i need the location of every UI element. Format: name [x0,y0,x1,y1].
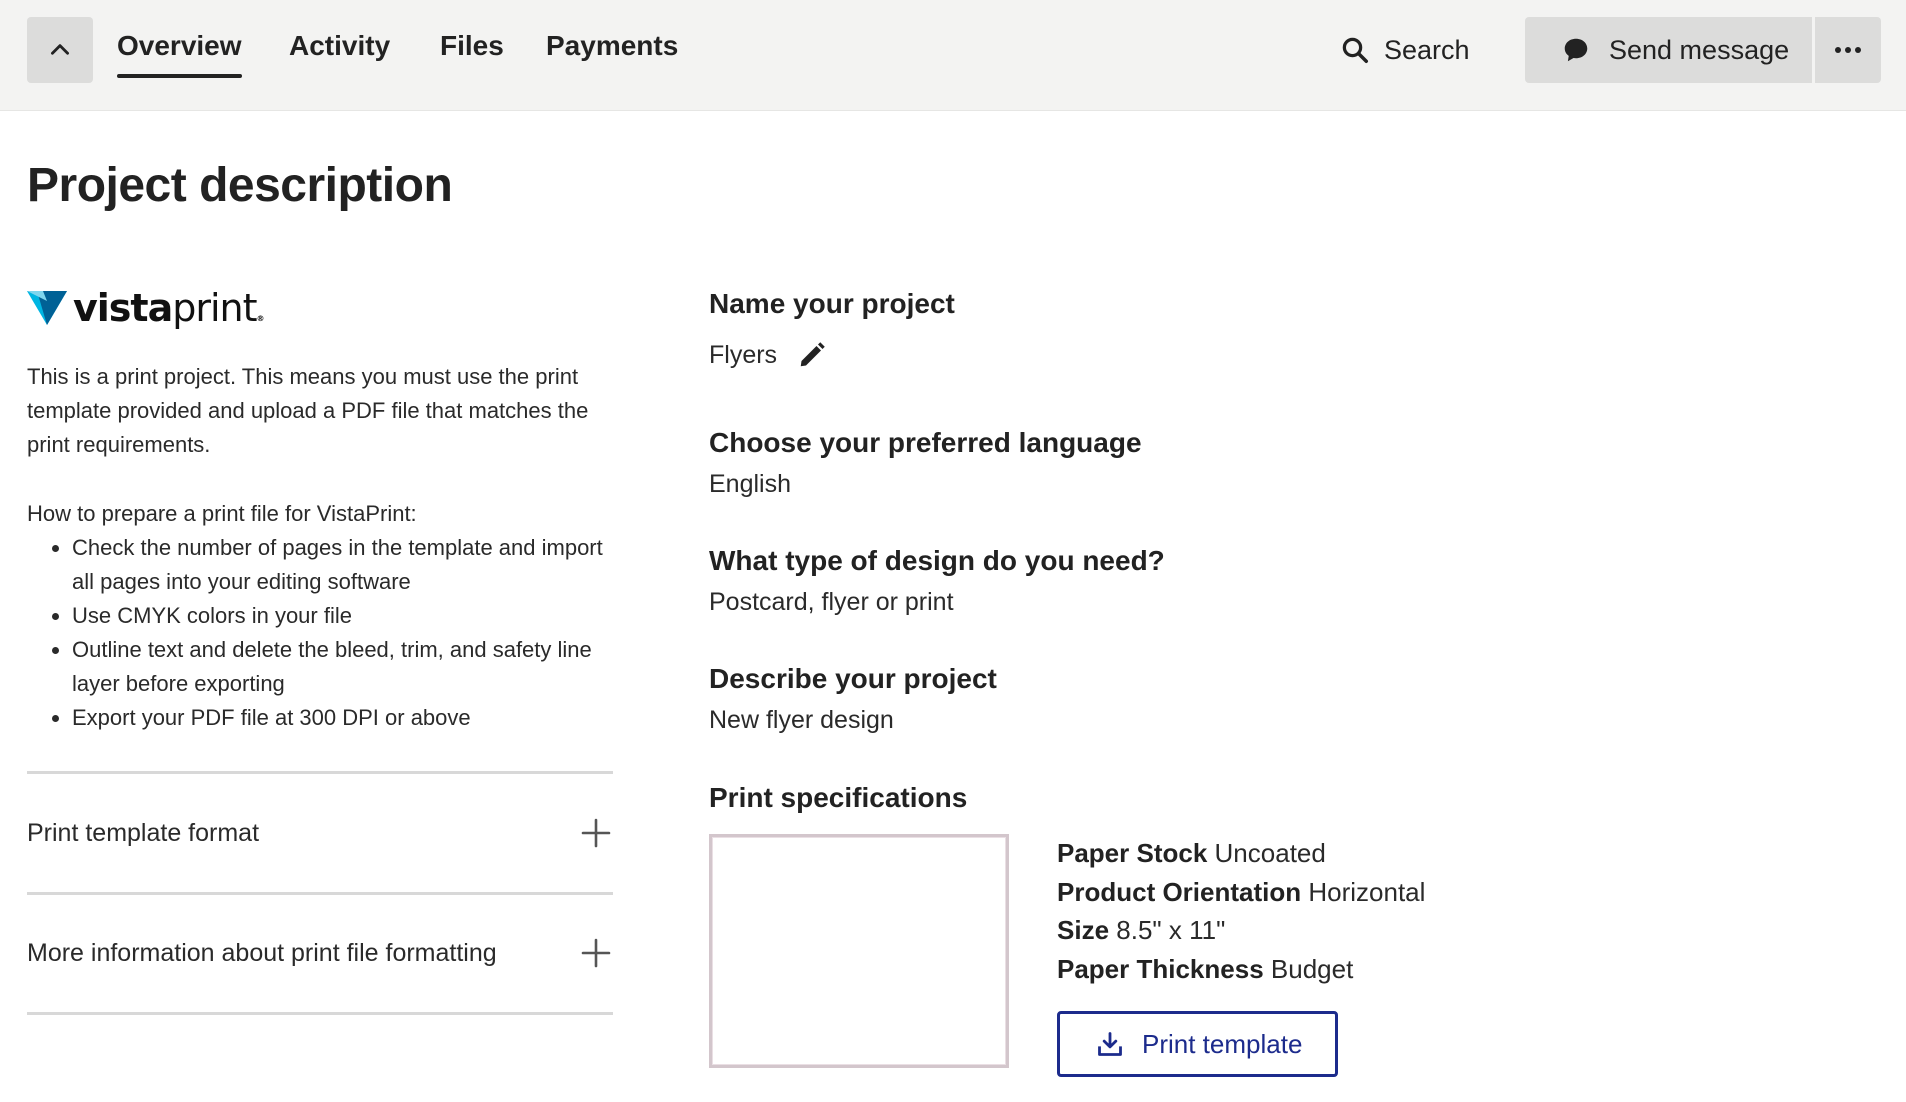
name-project-label: Name your project [709,288,955,319]
howto-item: Use CMYK colors in your file [72,599,627,633]
spec-orientation: Product Orientation Horizontal [1057,876,1426,907]
design-type-value: Postcard, flyer or print [709,588,954,616]
top-nav-bar: Overview Activity Files Payments Search … [0,0,1906,111]
spec-paper-thickness: Paper Thickness Budget [1057,953,1354,984]
print-specs-list: Paper Stock Uncoated Product Orientation… [1057,834,1557,988]
plus-icon [581,938,611,968]
chat-bubble-icon [1564,38,1588,62]
print-template-label: Print template [1142,1028,1303,1059]
spec-size: Size 8.5" x 11" [1057,915,1226,945]
project-name-row: Flyers [709,340,827,370]
divider [27,892,613,895]
tab-overview[interactable]: Overview [117,30,242,78]
project-name-value: Flyers [709,340,778,369]
chevron-up-icon [51,44,69,55]
tab-payments[interactable]: Payments [546,30,678,70]
vistaprint-logo-mark-icon [27,291,67,325]
howto-item: Check the number of pages in the templat… [72,531,627,599]
plus-icon [581,818,611,848]
send-message-label: Send message [1609,34,1790,65]
more-options-button[interactable] [1815,17,1881,83]
page-title: Project description [27,159,453,212]
print-project-intro: This is a print project. This means you … [27,364,589,457]
howto-item: Outline text and delete the bleed, trim,… [72,633,627,701]
howto-list: Check the number of pages in the templat… [72,531,627,735]
describe-project-value: New flyer design [709,706,894,734]
collapse-button[interactable] [27,17,93,83]
download-icon [1098,1032,1122,1056]
accordion-print-file-formatting[interactable]: More information about print file format… [27,928,613,978]
send-message-button[interactable]: Send message [1525,17,1812,83]
language-label: Choose your preferred language [709,427,1142,458]
print-specifications-label: Print specifications [709,782,968,813]
divider [27,771,613,774]
spec-paper-stock: Paper Stock Uncoated [1057,838,1326,868]
howto-item: Export your PDF file at 300 DPI or above [72,701,627,735]
print-template-button[interactable]: Print template [1057,1011,1338,1077]
logo-wordmark: vistaprint® [73,286,265,330]
search-icon [1342,37,1368,63]
howto-title: How to prepare a print file for VistaPri… [27,501,417,526]
more-horizontal-icon [1835,47,1861,53]
print-file-howto: How to prepare a print file for VistaPri… [27,497,627,735]
search-button[interactable]: Search [1340,30,1470,70]
language-value: English [709,470,791,498]
divider [27,1012,613,1015]
search-label: Search [1384,34,1470,65]
tab-files[interactable]: Files [440,30,504,70]
pencil-icon[interactable] [797,340,827,370]
tab-activity[interactable]: Activity [289,30,390,70]
vistaprint-logo: vistaprint® [27,286,265,330]
accordion-label: Print template format [27,818,260,847]
accordion-label: More information about print file format… [27,938,497,967]
print-preview-thumbnail [709,834,1009,1068]
design-type-label: What type of design do you need? [709,545,1165,576]
accordion-print-template-format[interactable]: Print template format [27,808,613,858]
describe-project-label: Describe your project [709,663,997,694]
